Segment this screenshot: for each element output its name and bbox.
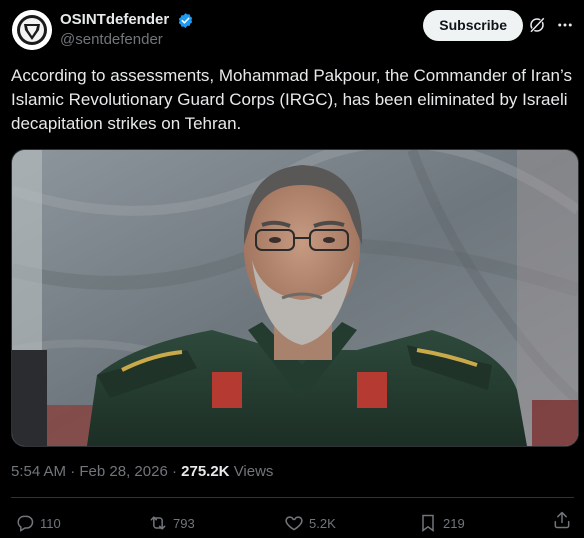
reply-count: 110: [40, 515, 61, 531]
grok-icon[interactable]: [528, 16, 546, 34]
repost-count: 793: [173, 515, 195, 531]
tweet-time[interactable]: 5:54 AM: [11, 463, 66, 480]
bookmark-icon: [422, 514, 434, 532]
author-handle[interactable]: @sentdefender: [60, 30, 194, 50]
meta-separator: ·: [171, 463, 182, 480]
views-count: 275.2K: [181, 463, 230, 480]
repost-button[interactable]: 793: [148, 510, 195, 536]
heart-icon: [285, 516, 303, 531]
tweet-meta: 5:54 AM · Feb 28, 2026 · 275.2K Views: [11, 462, 273, 482]
bookmark-count: 219: [443, 515, 465, 531]
repost-icon: [150, 516, 166, 530]
bookmark-button[interactable]: 219: [418, 510, 465, 536]
action-bar: 110 793 5.2K 219: [0, 510, 584, 536]
tweet-header: OSINTdefender @sentdefender Subscribe: [12, 10, 574, 52]
divider: [11, 497, 574, 498]
like-count: 5.2K: [309, 515, 336, 531]
reply-icon: [17, 515, 34, 532]
author-block[interactable]: OSINTdefender @sentdefender: [60, 11, 194, 50]
verified-badge-icon[interactable]: [177, 12, 194, 29]
tweet-photo[interactable]: [11, 149, 579, 447]
more-icon[interactable]: [556, 16, 574, 34]
like-button[interactable]: 5.2K: [284, 510, 336, 536]
subscribe-button[interactable]: Subscribe: [423, 10, 523, 41]
display-name[interactable]: OSINTdefender: [60, 11, 169, 29]
share-icon: [554, 511, 570, 529]
reply-button[interactable]: 110: [15, 510, 61, 536]
tweet-date[interactable]: Feb 28, 2026: [79, 463, 167, 480]
avatar[interactable]: [12, 10, 52, 50]
meta-separator: ·: [70, 463, 80, 480]
views-label: Views: [233, 463, 274, 480]
tweet-text: According to assessments, Mohammad Pakpo…: [11, 66, 572, 133]
share-button[interactable]: [552, 510, 572, 535]
